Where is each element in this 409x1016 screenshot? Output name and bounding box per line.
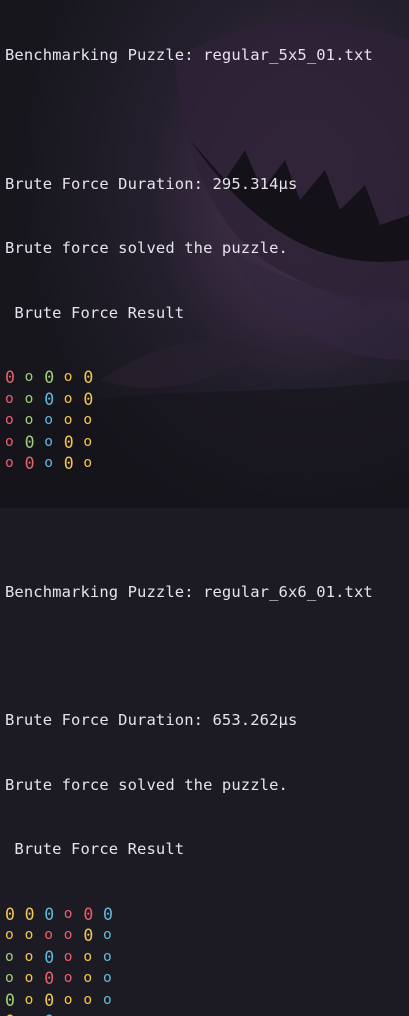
grid-cell: o xyxy=(25,410,45,432)
grid-cell: o xyxy=(64,367,84,389)
grid-row: oo0ooo xyxy=(5,968,409,990)
grid-cell: o xyxy=(83,968,103,990)
grid-cell: o xyxy=(83,1011,103,1016)
duration-line-1: Brute Force Duration: 295.314µs xyxy=(5,174,409,196)
solved-line-2: Brute force solved the puzzle. xyxy=(5,775,409,797)
grid-cell: 0 xyxy=(5,990,25,1012)
grid-cell: 0 xyxy=(5,1011,25,1016)
grid-cell: o xyxy=(103,990,123,1012)
benchmark-line-1: Benchmarking Puzzle: regular_5x5_01.txt xyxy=(5,45,409,67)
grid-row: 0o0ooo xyxy=(5,990,409,1012)
grid-cell: o xyxy=(103,1011,123,1016)
grid-cell: 0 xyxy=(64,432,84,454)
grid-row: ooooo xyxy=(5,410,409,432)
grid-cell: o xyxy=(44,925,64,947)
grid-cell: 0 xyxy=(44,1011,64,1016)
duration-line-2: Brute Force Duration: 653.262µs xyxy=(5,710,409,732)
grid-cell: o xyxy=(64,904,84,926)
grid-cell: o xyxy=(64,947,84,969)
grid-cell: 0 xyxy=(44,389,64,411)
result-header-2: Brute Force Result xyxy=(5,839,409,861)
grid-row: 0o0ooo xyxy=(5,1011,409,1016)
grid-cell: o xyxy=(44,410,64,432)
grid-cell: o xyxy=(64,925,84,947)
grid-cell: 0 xyxy=(44,947,64,969)
grid-cell: 0 xyxy=(44,968,64,990)
grid-cell: o xyxy=(25,389,45,411)
blank-line xyxy=(5,518,409,539)
grid-cell: o xyxy=(83,432,103,454)
grid-cell: 0 xyxy=(25,453,45,475)
grid-cell: 0 xyxy=(44,904,64,926)
grid-cell: 0 xyxy=(5,904,25,926)
grid-cell: o xyxy=(64,389,84,411)
grid-cell: o xyxy=(103,947,123,969)
grid-row: oo0o0 xyxy=(5,389,409,411)
grid-cell: o xyxy=(44,453,64,475)
grid-cell: 0 xyxy=(5,367,25,389)
grid-cell: o xyxy=(5,947,25,969)
grid-cell: o xyxy=(83,453,103,475)
grid-cell: o xyxy=(5,389,25,411)
grid-cell: o xyxy=(64,1011,84,1016)
grid-cell: o xyxy=(5,453,25,475)
grid-cell: 0 xyxy=(83,367,103,389)
grid-cell: o xyxy=(25,1011,45,1016)
grid-cell: o xyxy=(5,925,25,947)
grid-cell: o xyxy=(5,432,25,454)
grid-cell: 0 xyxy=(44,990,64,1012)
grid-cell: o xyxy=(25,925,45,947)
grid-cell: o xyxy=(103,968,123,990)
blank-line xyxy=(5,110,409,131)
benchmark-line-2: Benchmarking Puzzle: regular_6x6_01.txt xyxy=(5,582,409,604)
grid-row: oooo0o xyxy=(5,925,409,947)
grid-cell: 0 xyxy=(44,367,64,389)
grid-cell: o xyxy=(64,410,84,432)
grid-cell: o xyxy=(25,367,45,389)
grid-row: 000o00 xyxy=(5,904,409,926)
grid-cell: 0 xyxy=(83,925,103,947)
grid-row: 0o0o0 xyxy=(5,367,409,389)
grid-cell: o xyxy=(44,432,64,454)
grid-row: o0o0o xyxy=(5,432,409,454)
grid-cell: o xyxy=(5,968,25,990)
result-grid-1: 0o0o0oo0o0oooooo0o0oo0o0o xyxy=(5,367,409,475)
grid-cell: o xyxy=(64,990,84,1012)
grid-cell: 0 xyxy=(64,453,84,475)
terminal-output: Benchmarking Puzzle: regular_5x5_01.txt … xyxy=(0,0,409,1016)
grid-cell: o xyxy=(83,947,103,969)
grid-cell: 0 xyxy=(83,389,103,411)
grid-cell: 0 xyxy=(83,904,103,926)
grid-row: oo0ooo xyxy=(5,947,409,969)
grid-cell: o xyxy=(25,968,45,990)
grid-cell: o xyxy=(83,990,103,1012)
grid-cell: o xyxy=(25,947,45,969)
blank-line xyxy=(5,646,409,667)
grid-cell: o xyxy=(83,410,103,432)
grid-cell: 0 xyxy=(25,904,45,926)
grid-cell: o xyxy=(64,968,84,990)
grid-cell: o xyxy=(5,410,25,432)
result-grid-2: 000o00oooo0ooo0ooooo0ooo0o0ooo0o0ooo xyxy=(5,904,409,1016)
solved-line-1: Brute force solved the puzzle. xyxy=(5,238,409,260)
result-header-1: Brute Force Result xyxy=(5,303,409,325)
grid-cell: o xyxy=(103,925,123,947)
grid-row: o0o0o xyxy=(5,453,409,475)
grid-cell: 0 xyxy=(103,904,123,926)
grid-cell: o xyxy=(25,990,45,1012)
grid-cell: 0 xyxy=(25,432,45,454)
